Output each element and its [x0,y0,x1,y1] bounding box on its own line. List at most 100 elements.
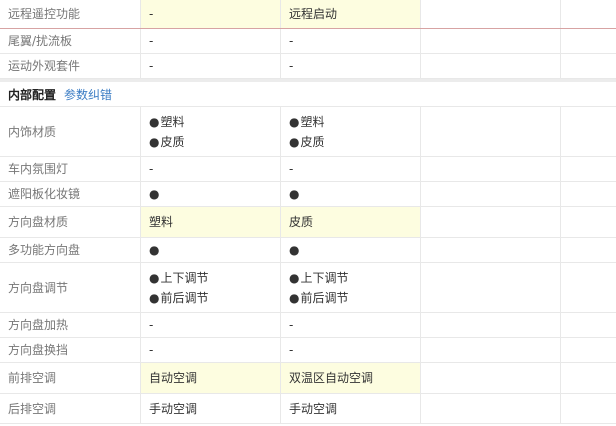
model-1-value-cell: ● 上下调节 ● 前后调节 [141,263,281,312]
empty-cell [421,313,561,337]
option-text: 塑料 [300,114,325,129]
table-row: 车内氛围灯 - - [0,157,616,182]
model-1-value-cell: - [141,157,281,181]
model-1-value-cell: 手动空调 [141,394,281,423]
empty-cell [421,107,561,156]
empty-cell [561,394,616,423]
row-label: 前排空调 [0,363,141,393]
model-1-value-cell: - [141,0,281,28]
bullet-icon: ● [149,290,160,305]
empty-cell [561,207,616,237]
table-row: 方向盘材质 塑料 皮质 [0,207,616,238]
option-text: 皮质 [160,134,185,149]
row-label: 运动外观套件 [0,54,141,78]
row-label: 方向盘材质 [0,207,141,237]
model-2-value-cell: - [281,54,421,78]
value-text: 塑料 [149,215,174,229]
value-text: - [289,318,294,332]
model-2-value-cell: ● 塑料 ● 皮质 [281,107,421,156]
option-item: ● 塑料 [149,112,272,132]
empty-cell [421,54,561,78]
option-text: 皮质 [300,134,325,149]
model-2-value-cell: 皮质 [281,207,421,237]
row-label: 内饰材质 [0,107,141,156]
option-text: 塑料 [160,114,185,129]
empty-cell [561,313,616,337]
row-label: 远程遥控功能 [0,0,141,28]
value-text: - [289,343,294,357]
empty-cell [421,0,561,28]
value-text: 远程启动 [289,7,338,21]
model-1-value-cell: - [141,54,281,78]
value-text: - [289,34,294,48]
exterior-rows: 远程遥控功能 - 远程启动 尾翼/扰流板 - - 运动外观套件 - - [0,0,616,79]
table-row: 内饰材质 ● 塑料 ● 皮质 ● 塑料 ● 皮质 [0,107,616,157]
row-label: 车内氛围灯 [0,157,141,181]
empty-cell [561,29,616,53]
value-text: - [289,162,294,176]
model-2-value-cell: ● [281,238,421,262]
model-1-value-cell: ● [141,182,281,206]
model-2-value-cell: - [281,338,421,362]
value-text: 手动空调 [149,401,198,416]
value-text: - [149,343,154,357]
option-item: ● 上下调节 [149,268,272,288]
option-text: 上下调节 [300,270,349,285]
empty-cell [421,182,561,206]
model-2-value-cell: 双温区自动空调 [281,363,421,393]
table-row: 前排空调 自动空调 双温区自动空调 [0,363,616,394]
model-1-value-cell: 自动空调 [141,363,281,393]
table-row: 尾翼/扰流板 - - [0,29,616,54]
empty-cell [421,207,561,237]
option-item: ● 塑料 [289,112,412,132]
bullet-icon: ● [149,134,160,149]
value-text: - [149,59,154,73]
error-report-link[interactable]: 参数纠错 [64,86,112,103]
model-1-value-cell: - [141,338,281,362]
empty-cell [421,29,561,53]
model-2-value-cell: - [281,29,421,53]
empty-cell [421,338,561,362]
row-label: 尾翼/扰流板 [0,29,141,53]
model-2-value-cell: ● 上下调节 ● 前后调节 [281,263,421,312]
empty-cell [561,107,616,156]
value-text: 手动空调 [289,401,338,416]
table-row: 多功能方向盘 ● ● [0,238,616,263]
option-item: ● 前后调节 [149,288,272,308]
model-2-value-cell: 远程启动 [281,0,421,28]
model-2-value-cell: ● [281,182,421,206]
empty-cell [421,157,561,181]
value-text: ● [149,187,160,201]
value-text: ● [149,243,160,257]
empty-cell [561,182,616,206]
row-label: 方向盘加热 [0,313,141,337]
model-1-value-cell: ● 塑料 ● 皮质 [141,107,281,156]
empty-cell [561,263,616,312]
bullet-icon: ● [149,270,160,285]
bullet-icon: ● [289,134,300,149]
empty-cell [561,54,616,78]
value-text: 皮质 [289,215,314,229]
row-label: 方向盘调节 [0,263,141,312]
bullet-icon: ● [149,114,160,129]
empty-cell [421,263,561,312]
option-item: ● 皮质 [289,132,412,152]
model-1-value-cell: ● [141,238,281,262]
value-text: 双温区自动空调 [289,371,374,385]
option-text: 前后调节 [300,290,349,305]
table-row: 远程遥控功能 - 远程启动 [0,0,616,29]
model-1-value-cell: 塑料 [141,207,281,237]
option-text: 上下调节 [160,270,209,285]
value-text: - [149,34,154,48]
empty-cell [561,157,616,181]
empty-cell [561,0,616,28]
value-text: 自动空调 [149,371,198,385]
empty-cell [421,394,561,423]
value-text: - [289,59,294,73]
model-2-value-cell: - [281,313,421,337]
table-row: 方向盘加热 - - [0,313,616,338]
empty-cell [421,363,561,393]
section-header-interior: 内部配置 参数纠错 [0,79,616,107]
value-text: - [149,318,154,332]
option-item: ● 上下调节 [289,268,412,288]
